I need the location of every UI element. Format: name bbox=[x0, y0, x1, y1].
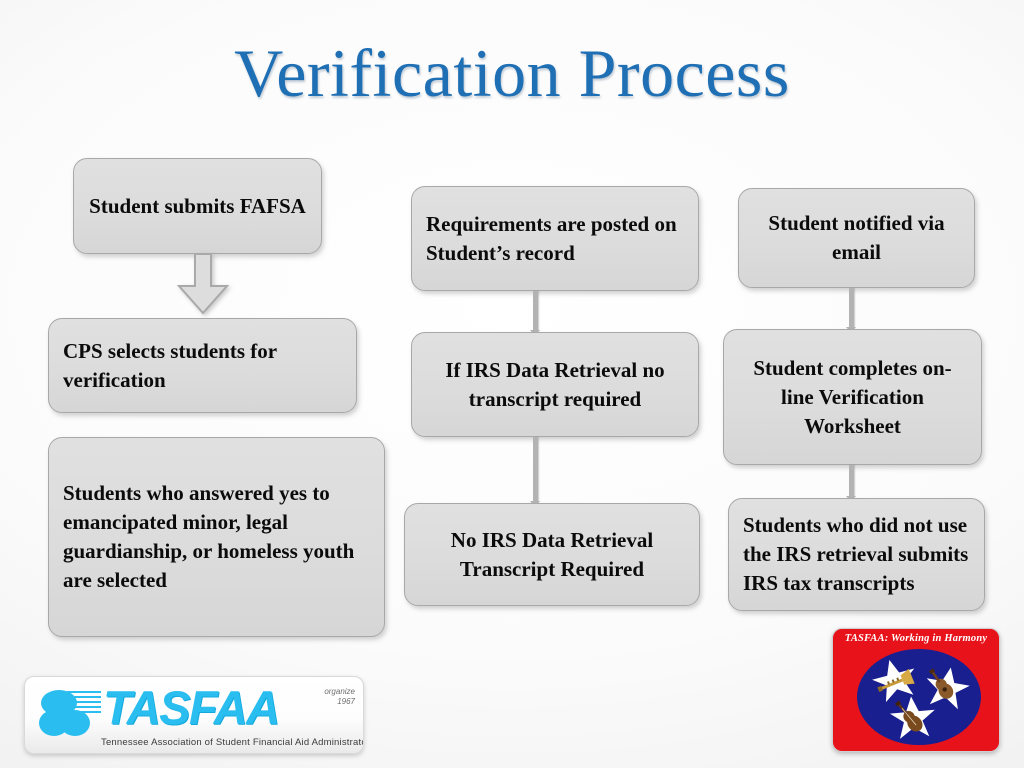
tasfaa-organized-label: organize 1967 bbox=[324, 687, 355, 707]
flow-box-label: Student completes on-line Verification W… bbox=[753, 355, 952, 438]
tasfaa-harmony-logo: TASFAA: Working in Harmony bbox=[832, 628, 1000, 752]
flow-box-no-irs-data-retrieval[interactable]: No IRS Data Retrieval Transcript Require… bbox=[404, 503, 700, 606]
flow-box-if-irs-data-retrieval[interactable]: If IRS Data Retrieval no transcript requ… bbox=[411, 332, 699, 437]
flow-box-label: If IRS Data Retrieval no transcript requ… bbox=[445, 357, 665, 411]
tasfaa-tagline: Tennessee Association of Student Financi… bbox=[101, 737, 364, 748]
flow-box-label: Students who answered yes to emancipated… bbox=[63, 481, 355, 592]
tasfaa-logo: TASFAA organize 1967 Tennessee Associati… bbox=[24, 676, 364, 754]
page-title: Verification Process bbox=[234, 35, 790, 111]
flow-box-label: CPS selects students for verification bbox=[63, 338, 277, 392]
flow-box-label: Student submits FAFSA bbox=[89, 193, 306, 218]
harmony-emblem-icon bbox=[857, 649, 981, 745]
slide-canvas: Verification Process Student submits FAF… bbox=[0, 0, 1024, 768]
connector-col2-1 bbox=[530, 291, 540, 336]
tasfaa-wordmark: TASFAA bbox=[103, 681, 280, 734]
flow-box-requirements-posted[interactable]: Requirements are posted on Student’s rec… bbox=[411, 186, 699, 291]
flow-box-student-completes-worksheet[interactable]: Student completes on-line Verification W… bbox=[723, 329, 982, 465]
flow-box-label: No IRS Data Retrieval Transcript Require… bbox=[450, 527, 654, 581]
arrow-down-icon bbox=[176, 253, 230, 315]
tasfaa-bubbles-icon bbox=[37, 687, 103, 739]
flow-box-student-notified-email[interactable]: Student notified via email bbox=[738, 188, 975, 288]
flow-box-label: Requirements are posted on Student’s rec… bbox=[426, 211, 677, 265]
connector-col2-2 bbox=[530, 437, 540, 507]
flow-box-label: Students who did not use the IRS retriev… bbox=[743, 513, 969, 595]
flow-box-student-submits-fafsa[interactable]: Student submits FAFSA bbox=[73, 158, 322, 254]
flow-box-label: Student notified via email bbox=[768, 211, 945, 264]
harmony-logo-title: TASFAA: Working in Harmony bbox=[844, 633, 988, 644]
connector-col3-1 bbox=[846, 288, 856, 333]
organized-text: organize bbox=[324, 687, 355, 696]
connector-col3-2 bbox=[846, 465, 856, 502]
organized-year: 1967 bbox=[337, 697, 355, 706]
flow-box-students-did-not-use-irs[interactable]: Students who did not use the IRS retriev… bbox=[728, 498, 985, 611]
flow-box-cps-selects-students[interactable]: CPS selects students for verification bbox=[48, 318, 357, 413]
flow-box-students-answered-yes[interactable]: Students who answered yes to emancipated… bbox=[48, 437, 385, 637]
